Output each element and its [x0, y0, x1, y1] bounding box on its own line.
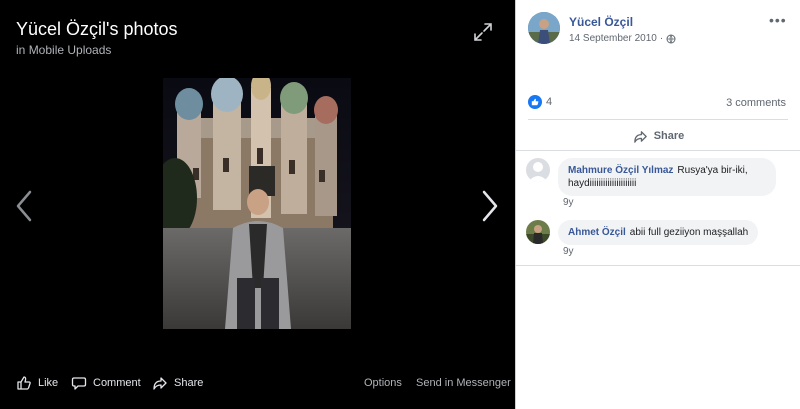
share-arrow-icon: [633, 130, 647, 143]
reaction-summary[interactable]: 4: [528, 95, 552, 109]
album-link[interactable]: Mobile Uploads: [29, 43, 112, 57]
divider: [528, 119, 788, 120]
comment-button[interactable]: Comment: [71, 372, 141, 394]
comment-text-continued: haydiiiiiiiiiiiiiiiiiiiii: [568, 178, 637, 189]
post-share-label: Share: [653, 130, 685, 142]
share-arrow-icon: [153, 377, 167, 390]
post-meta: 14 September 2010 ·: [569, 33, 676, 44]
meta-separator: ·: [659, 33, 664, 44]
author-name-link[interactable]: Yücel Özçil: [569, 15, 633, 29]
more-options-icon[interactable]: •••: [769, 12, 787, 28]
divider: [516, 150, 800, 151]
commenter-name-link[interactable]: Ahmet Özçil: [568, 227, 626, 238]
next-photo-chevron-icon[interactable]: [476, 188, 502, 224]
expand-icon[interactable]: [472, 21, 494, 43]
comments-count-link[interactable]: 3 comments: [726, 97, 786, 109]
comment-bubble: Mahmure Özçil Yılmaz Rusya'ya bir-iki, ha…: [558, 158, 776, 196]
photo-viewer: Yücel Özçil's photos in Mobile Uploads L…: [0, 0, 515, 409]
viewer-subtitle: in Mobile Uploads: [16, 43, 111, 57]
divider: [516, 265, 800, 266]
subtitle-prefix: in: [16, 43, 26, 57]
main-photo[interactable]: [163, 78, 351, 329]
send-in-messenger-button[interactable]: Send in Messenger: [416, 372, 511, 394]
photo-actions-bar: Like Comment Share Options Send in Messe…: [0, 372, 515, 394]
commenter-avatar-default[interactable]: [526, 158, 550, 182]
share-button[interactable]: Share: [152, 372, 203, 394]
comment-item: Mahmure Özçil Yılmaz Rusya'ya bir-iki, ha…: [526, 158, 776, 196]
options-button[interactable]: Options: [364, 372, 402, 394]
thumbs-up-icon: [17, 376, 31, 390]
viewer-title: Yücel Özçil's photos: [16, 19, 178, 39]
comment-text: Rusya'ya bir-iki,: [677, 165, 748, 176]
like-label: Like: [38, 377, 59, 389]
comment-bubble: Ahmet Özçil abii full geziiyon maşşallah: [558, 220, 759, 245]
comment-timestamp[interactable]: 9y: [563, 246, 574, 257]
like-button[interactable]: Like: [16, 372, 58, 394]
commenter-avatar[interactable]: [526, 220, 550, 244]
previous-photo-chevron-icon[interactable]: [12, 188, 38, 224]
post-panel: Yücel Özçil 14 September 2010 · ••• 4 3 …: [515, 0, 800, 409]
author-avatar[interactable]: [528, 12, 560, 44]
share-label: Share: [174, 377, 204, 389]
comment-item: Ahmet Özçil abii full geziiyon maşşallah: [526, 220, 759, 245]
comment-timestamp[interactable]: 9y: [563, 197, 574, 208]
photo-viewer-window: Yücel Özçil's photos in Mobile Uploads L…: [0, 0, 800, 409]
comment-text: abii full geziiyon maşşallah: [629, 227, 749, 238]
post-share-button[interactable]: Share: [516, 126, 800, 146]
like-reaction-icon: [528, 95, 542, 109]
comment-bubble-icon: [71, 377, 87, 390]
post-date[interactable]: 14 September 2010: [569, 33, 657, 44]
reaction-count: 4: [546, 96, 553, 108]
globe-icon: [666, 34, 676, 43]
comment-label: Comment: [93, 377, 141, 389]
commenter-name-link[interactable]: Mahmure Özçil Yılmaz: [568, 165, 673, 176]
